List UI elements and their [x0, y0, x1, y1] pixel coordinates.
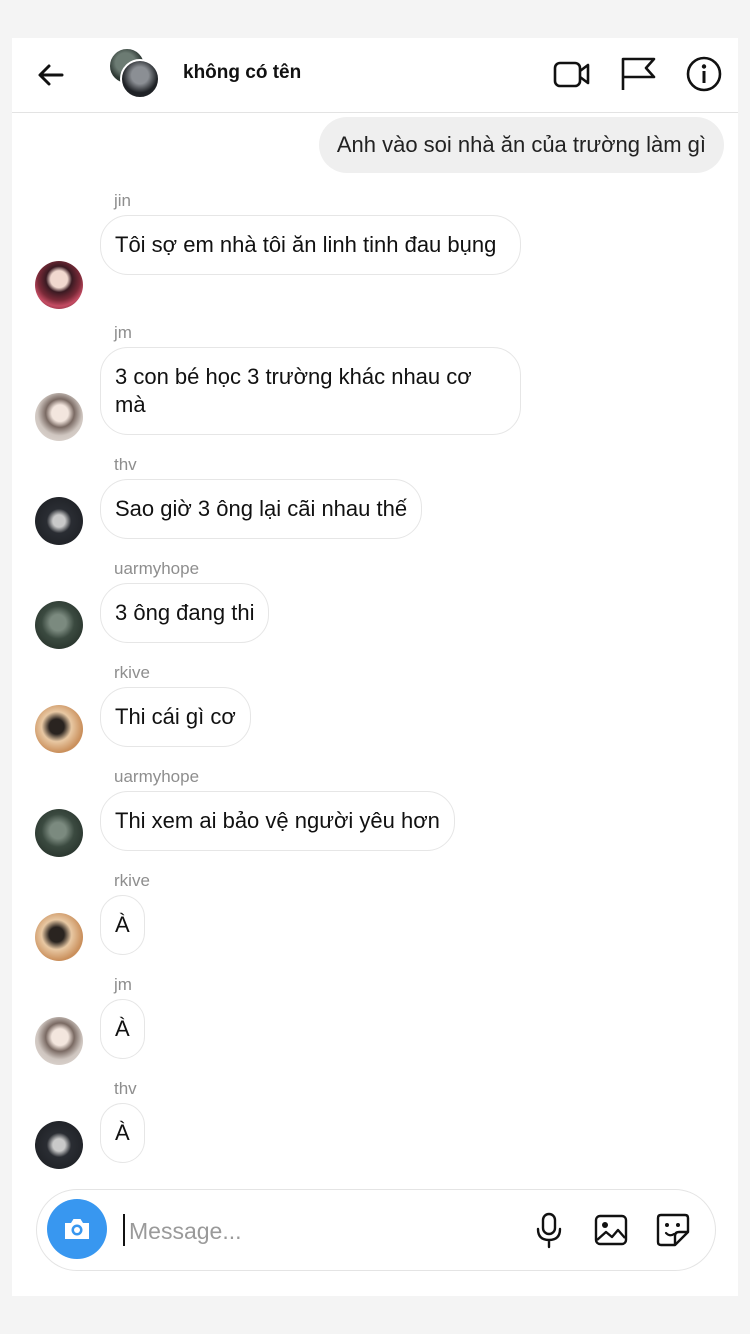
- sender-name: thv: [114, 455, 137, 474]
- info-button[interactable]: [684, 54, 724, 94]
- group-avatar[interactable]: [108, 47, 160, 99]
- video-call-button[interactable]: [552, 54, 592, 94]
- sent-message-bubble[interactable]: Anh vào soi nhà ăn của trường làm gì: [318, 117, 724, 173]
- text-cursor: [123, 1214, 125, 1246]
- sender-name: uarmyhope: [114, 767, 200, 786]
- voice-message-button[interactable]: [529, 1210, 569, 1250]
- video-camera-icon: [553, 61, 590, 88]
- sender-name: uarmyhope: [114, 559, 200, 578]
- avatar[interactable]: [35, 1121, 83, 1169]
- report-button[interactable]: [618, 54, 658, 94]
- microphone-icon: [536, 1212, 562, 1249]
- sender-name: jm: [114, 323, 132, 342]
- avatar[interactable]: [35, 497, 83, 545]
- info-icon: [686, 56, 722, 92]
- message-input[interactable]: [127, 1208, 511, 1254]
- message-bubble[interactable]: 3 ông đang thi: [100, 583, 270, 643]
- gallery-icon: [594, 1214, 628, 1246]
- camera-button[interactable]: [47, 1199, 107, 1259]
- flag-icon: [621, 57, 656, 90]
- sender-name: thv: [114, 1079, 137, 1098]
- back-button[interactable]: [34, 58, 68, 92]
- avatar[interactable]: [35, 1017, 83, 1065]
- message-bubble[interactable]: Thi cái gì cơ: [100, 687, 251, 747]
- message-bubble[interactable]: À: [100, 999, 145, 1059]
- sender-name: jin: [114, 191, 132, 210]
- chat-title[interactable]: không có tên: [183, 62, 301, 84]
- sender-name: rkive: [114, 663, 150, 682]
- chat-screen: không có tên Anh vào soi nhà ăn của trườ…: [12, 38, 738, 1296]
- avatar[interactable]: [35, 261, 83, 309]
- sticker-icon: [656, 1213, 690, 1247]
- back-arrow-icon: [38, 64, 64, 86]
- group-avatar-member-2: [120, 59, 160, 99]
- message-bubble[interactable]: Tôi sợ em nhà tôi ăn linh tinh đau bụng: [100, 215, 521, 275]
- sender-name: rkive: [114, 871, 150, 890]
- message-bubble[interactable]: Sao giờ 3 ông lại cãi nhau thế: [100, 479, 423, 539]
- message-composer: [36, 1189, 716, 1271]
- sender-name: jm: [114, 975, 132, 994]
- sticker-button[interactable]: [653, 1210, 693, 1250]
- camera-icon: [65, 1219, 89, 1239]
- message-bubble[interactable]: À: [100, 1103, 145, 1163]
- avatar[interactable]: [35, 809, 83, 857]
- avatar[interactable]: [35, 601, 83, 649]
- avatar[interactable]: [35, 705, 83, 753]
- message-bubble[interactable]: Thi xem ai bảo vệ người yêu hơn: [100, 791, 455, 851]
- avatar[interactable]: [35, 913, 83, 961]
- chat-header: không có tên: [12, 38, 738, 113]
- avatar[interactable]: [35, 393, 83, 441]
- gallery-button[interactable]: [591, 1210, 631, 1250]
- message-list[interactable]: Anh vào soi nhà ăn của trường làm gì jin…: [12, 113, 738, 1183]
- message-bubble[interactable]: À: [100, 895, 145, 955]
- message-bubble[interactable]: 3 con bé học 3 trường khác nhau cơ mà: [100, 347, 521, 435]
